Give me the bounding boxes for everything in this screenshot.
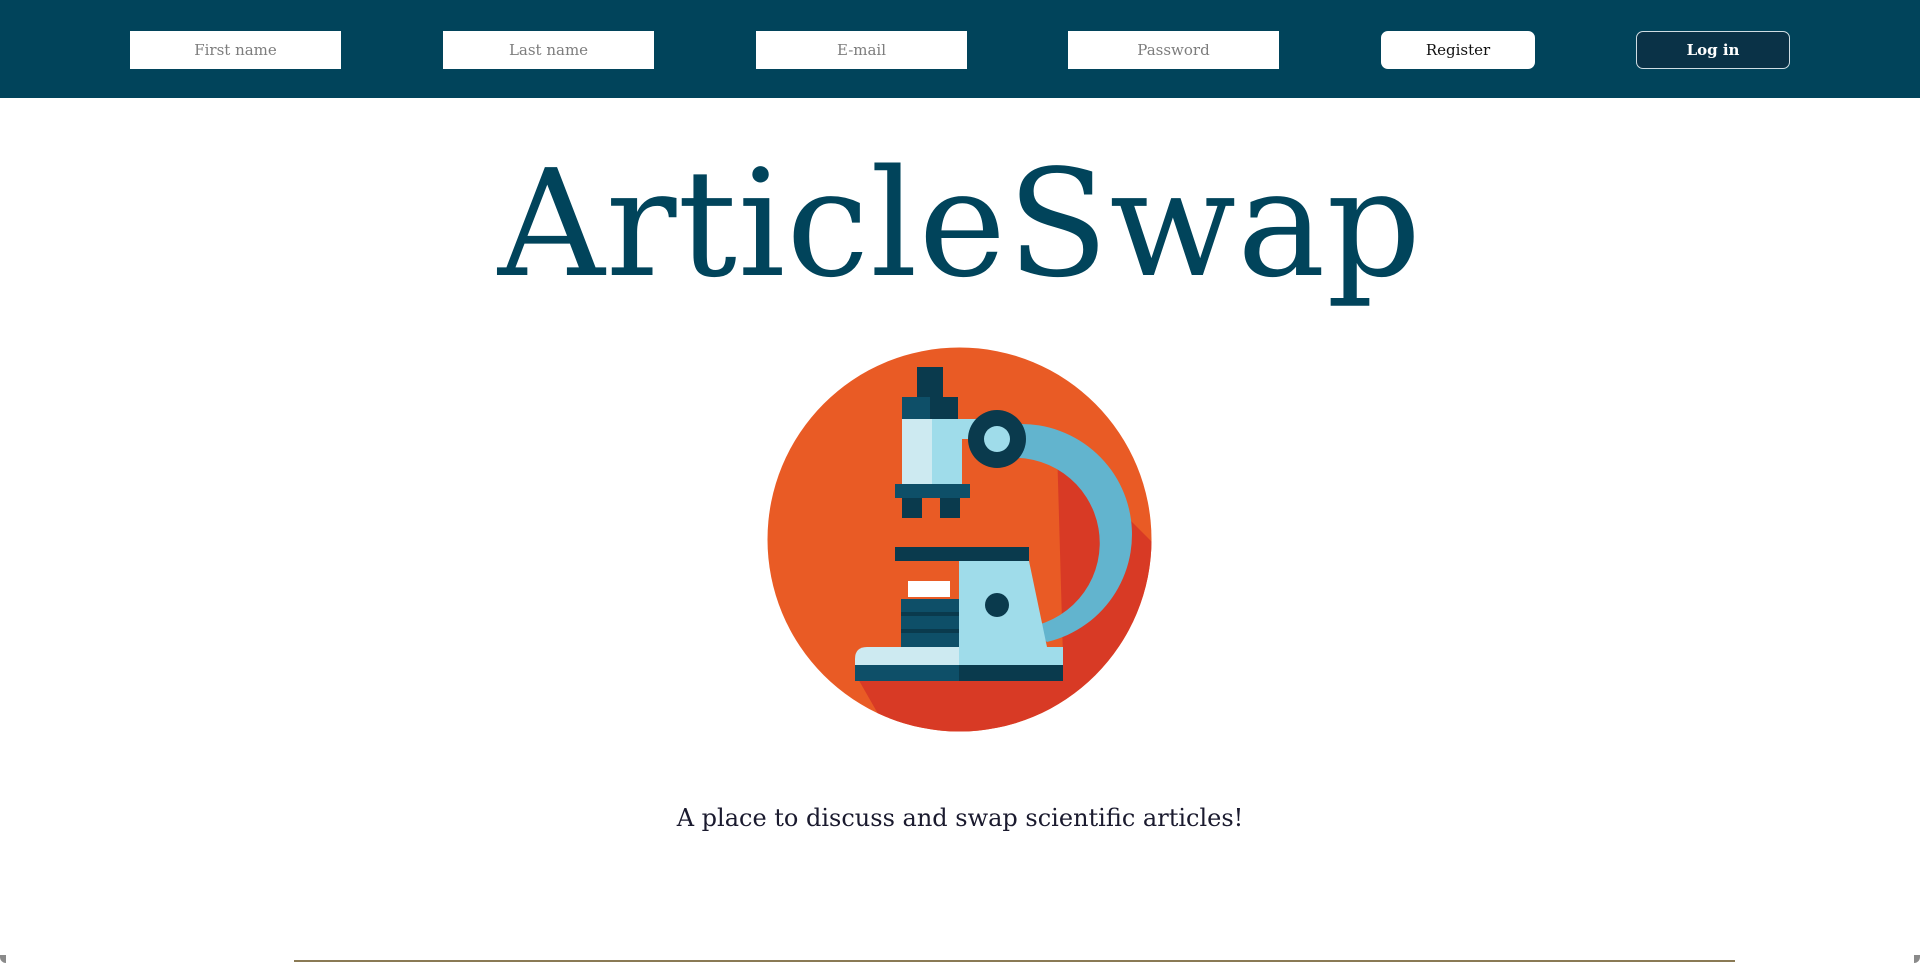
password-input[interactable] (1068, 31, 1279, 69)
first-name-input[interactable] (130, 31, 341, 69)
window-corner-left (0, 955, 6, 963)
tagline: A place to discuss and swap scientific a… (676, 804, 1244, 832)
site-title: ArticleSwap (497, 138, 1423, 310)
top-navbar: Register Log in (0, 0, 1920, 98)
last-name-input[interactable] (443, 31, 654, 69)
register-button[interactable]: Register (1381, 31, 1535, 69)
login-button[interactable]: Log in (1636, 31, 1790, 69)
bottom-divider (294, 960, 1735, 962)
window-corner-right (1914, 955, 1920, 963)
microscope-icon (767, 347, 1152, 732)
email-input[interactable] (756, 31, 967, 69)
